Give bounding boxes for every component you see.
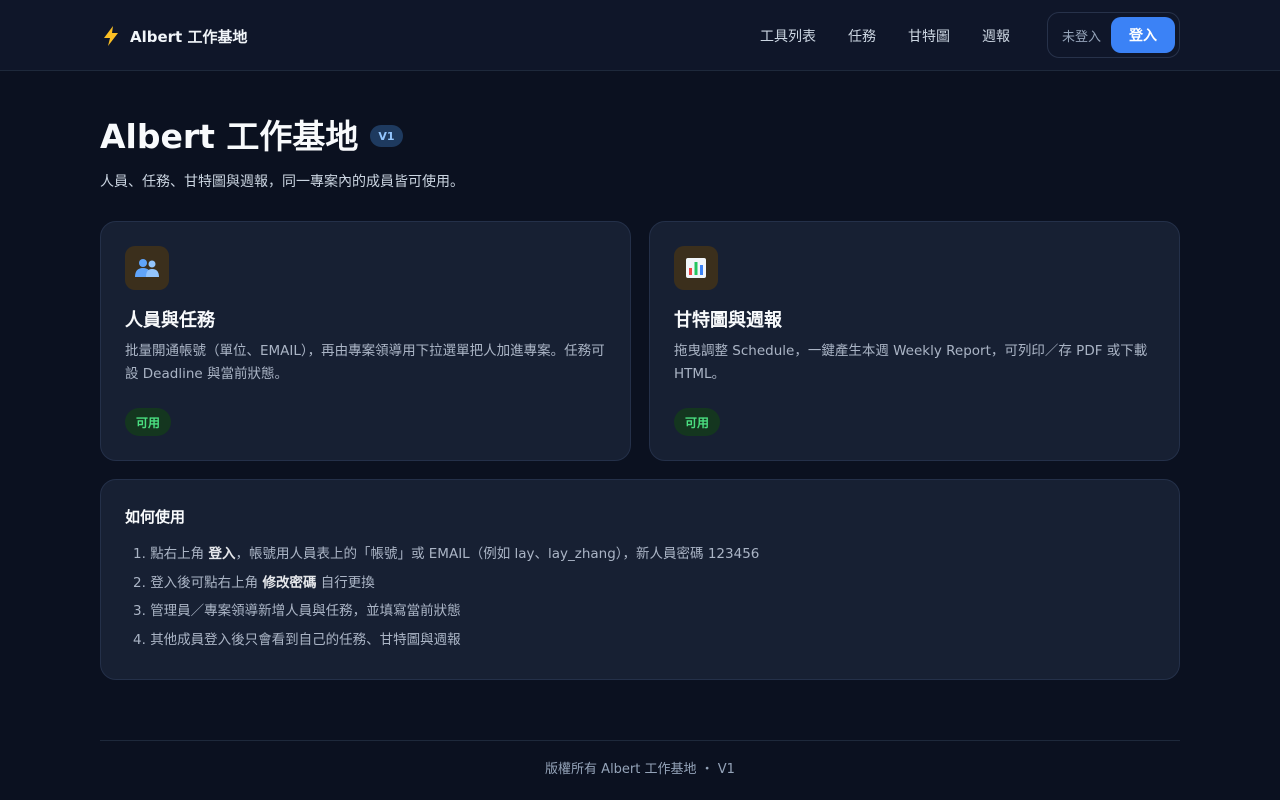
- page-header: Albert 工作基地 V1: [100, 110, 403, 158]
- feature-card-gantt-report[interactable]: 甘特圖與週報 拖曳調整 Schedule，一鍵產生本週 Weekly Repor…: [649, 221, 1180, 461]
- bar-chart-icon: [674, 246, 718, 290]
- how-to-use-panel: 如何使用 1. 點右上角 登入，帳號用人員表上的「帳號」或 EMAIL（例如 l…: [100, 479, 1180, 680]
- list-item: 4. 其他成員登入後只會看到自己的任務、甘特圖與週報: [133, 631, 461, 648]
- brand-name: Albert 工作基地: [130, 27, 248, 46]
- brand-logo[interactable]: Albert 工作基地: [100, 22, 247, 50]
- how-to-use-steps: 1. 點右上角 登入，帳號用人員表上的「帳號」或 EMAIL（例如 lay、la…: [125, 540, 759, 654]
- card-title: 人員與任務: [125, 310, 215, 331]
- nav-link-tools[interactable]: 工具列表: [760, 26, 816, 46]
- nav-link-gantt[interactable]: 甘特圖: [908, 26, 950, 46]
- list-item: 1. 點右上角 登入，帳號用人員表上的「帳號」或 EMAIL（例如 lay、la…: [133, 546, 760, 562]
- lightning-bolt-icon: [100, 25, 122, 47]
- login-button[interactable]: 登入: [1111, 17, 1175, 53]
- login-keyword: 登入: [208, 546, 236, 562]
- feature-card-people-tasks[interactable]: 人員與任務 批量開通帳號（單位、EMAIL），再由專案領導用下拉選單把人加進專案…: [100, 221, 631, 461]
- footer-divider: [100, 740, 1180, 741]
- version-badge: V1: [370, 125, 403, 147]
- list-item: 2. 登入後可點右上角 修改密碼 自行更換: [133, 574, 375, 591]
- status-badge: 可用: [674, 408, 721, 436]
- top-navbar: Albert 工作基地 工具列表 任務 甘特圖 週報 未登入 登入: [0, 0, 1280, 71]
- status-badge: 可用: [125, 408, 172, 436]
- change-password-keyword: 修改密碼: [262, 574, 317, 591]
- card-description: 拖曳調整 Schedule，一鍵產生本週 Weekly Report，可列印／存…: [674, 343, 1148, 382]
- card-title: 甘特圖與週報: [674, 310, 782, 331]
- list-item: 3. 管理員／專案領導新增人員與任務，並填寫當前狀態: [133, 603, 461, 619]
- login-status: 未登入: [1062, 29, 1102, 45]
- nav-menu: 工具列表 任務 甘特圖 週報: [760, 24, 1010, 48]
- nav-link-weekly-report[interactable]: 週報: [982, 26, 1010, 46]
- page-subtitle: 人員、任務、甘特圖與週報，同一專案內的成員皆可使用。: [100, 174, 464, 190]
- people-icon: [125, 246, 169, 290]
- auth-panel: 未登入 登入: [1047, 12, 1180, 58]
- how-to-use-title: 如何使用: [125, 508, 186, 526]
- page-title: Albert 工作基地: [100, 117, 359, 156]
- footer-copyright: 版權所有 Albert 工作基地 ・ V1: [545, 762, 735, 777]
- card-description: 批量開通帳號（單位、EMAIL），再由專案領導用下拉選單把人加進專案。任務可設 …: [125, 343, 605, 382]
- nav-link-tasks[interactable]: 任務: [848, 26, 876, 46]
